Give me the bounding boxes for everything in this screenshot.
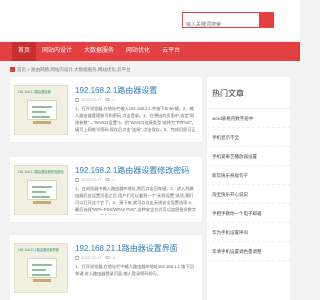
hot-article-link[interactable]: 华清手机设置调色量调整 (207, 242, 290, 261)
illustration-icon (27, 180, 57, 206)
search-button[interactable] (259, 13, 273, 27)
article-card: 192.168.21.1路由器设置界面 192.168.21.1路由器设置界面 … (10, 235, 202, 300)
hot-article-link[interactable]: 手把手教你一个电子邮箱 (207, 204, 290, 223)
article-title[interactable]: 192.168.21.1路由器设置界面 (75, 243, 178, 254)
eye-icon (105, 256, 111, 259)
home-icon (10, 66, 15, 72)
site-logo[interactable] (40, 12, 100, 30)
eye-icon (105, 178, 111, 181)
thumbnail-caption: 192.168.2.1路由器设置修改密码 (18, 170, 64, 174)
breadcrumb-text[interactable]: 首页 > 路由网络,网站内设计,大数据服务,网站优化,云平台 (17, 67, 131, 72)
thumbnail-caption: 192.168.21.1路由器设置界面 (18, 248, 59, 252)
article-title[interactable]: 192.168.2.1路由器设置修改密码 (75, 165, 189, 176)
article-thumbnail[interactable]: 192.168.21.1路由器设置界面 (14, 243, 68, 293)
article-excerpt: 1、在浏览器中输入路由器IP地址,然后点击回车键。2、进入到路由器后台设置页面之… (75, 186, 197, 215)
article-date: 2023-02-17 (81, 255, 102, 260)
article-card: 192.168.2.1路由器设置修改密码 192.168.2.1路由器设置修改密… (10, 157, 202, 223)
thumbnail-caption: 192.168.2.1路由器设置 (18, 90, 51, 94)
search-input[interactable] (183, 18, 261, 32)
sidebar-header: 热门文章 (207, 77, 290, 109)
hot-article-link[interactable]: 新年快乐祝福句子 (207, 166, 290, 185)
eye-icon (105, 98, 111, 101)
article-meta: 2023-02-17 2 (75, 177, 115, 182)
search-box (182, 12, 274, 32)
nav-item-seo[interactable]: 网站优化 (120, 42, 156, 61)
calendar-icon (75, 255, 79, 260)
article-card: 192.168.2.1路由器设置 192.168.2.1路由器设置 2023-0… (10, 77, 202, 143)
hot-article-link[interactable]: 手机显示不全 (207, 128, 290, 147)
article-views: 2 (112, 255, 115, 260)
hot-article-link[interactable]: 华为手机设置呼叫 (207, 223, 290, 242)
article-title[interactable]: 192.168.2.1路由器设置 (75, 85, 157, 96)
article-date: 2023-02-17 (81, 97, 102, 102)
main-nav: 首页 网站内设计 大数据服务 网站优化 云平台 (0, 42, 300, 61)
nav-item-big-data[interactable]: 大数据服务 (78, 42, 120, 61)
article-meta: 2023-02-17 2 (75, 255, 115, 260)
top-header (0, 0, 300, 42)
article-list: 192.168.2.1路由器设置 192.168.2.1路由器设置 2023-0… (10, 77, 202, 300)
article-thumbnail[interactable]: 192.168.2.1路由器设置修改密码 (14, 165, 68, 215)
illustration-icon (27, 258, 57, 284)
article-excerpt: 1、打开浏览器,在地址栏输入192.168.2.1,并按下Enter键。2、输入… (75, 106, 196, 135)
sidebar-title: 热门文章 (212, 89, 244, 98)
calendar-icon (75, 97, 79, 102)
article-views: 2 (112, 177, 115, 182)
illustration-icon (27, 100, 57, 126)
calendar-icon (75, 177, 79, 182)
article-excerpt: 1、打开浏览器,在地址栏中输入路由器IP地址192.168.1.1,按下回车键,… (75, 264, 194, 276)
nav-item-web-design[interactable]: 网站内设计 (36, 42, 78, 61)
article-meta: 2023-02-17 2 (75, 97, 115, 102)
sidebar: 热门文章 word表格内数字居中 手机显示不全 手机爱奇艺播放器设置 新年快乐祝… (207, 77, 290, 300)
hot-article-link[interactable]: word表格内数字居中 (207, 109, 290, 128)
hot-article-link[interactable]: 淘宝快乐开心说说 (207, 185, 290, 204)
nav-item-home[interactable]: 首页 (12, 42, 37, 61)
hot-article-list: word表格内数字居中 手机显示不全 手机爱奇艺播放器设置 新年快乐祝福句子 淘… (207, 109, 290, 261)
hot-article-link[interactable]: 手机爱奇艺播放器设置 (207, 147, 290, 166)
article-thumbnail[interactable]: 192.168.2.1路由器设置 (14, 85, 68, 135)
article-date: 2023-02-17 (81, 177, 102, 182)
article-views: 2 (112, 97, 115, 102)
nav-item-cloud[interactable]: 云平台 (156, 42, 186, 61)
breadcrumb: 首页 > 路由网络,网站内设计,大数据服务,网站优化,云平台 (10, 64, 290, 75)
